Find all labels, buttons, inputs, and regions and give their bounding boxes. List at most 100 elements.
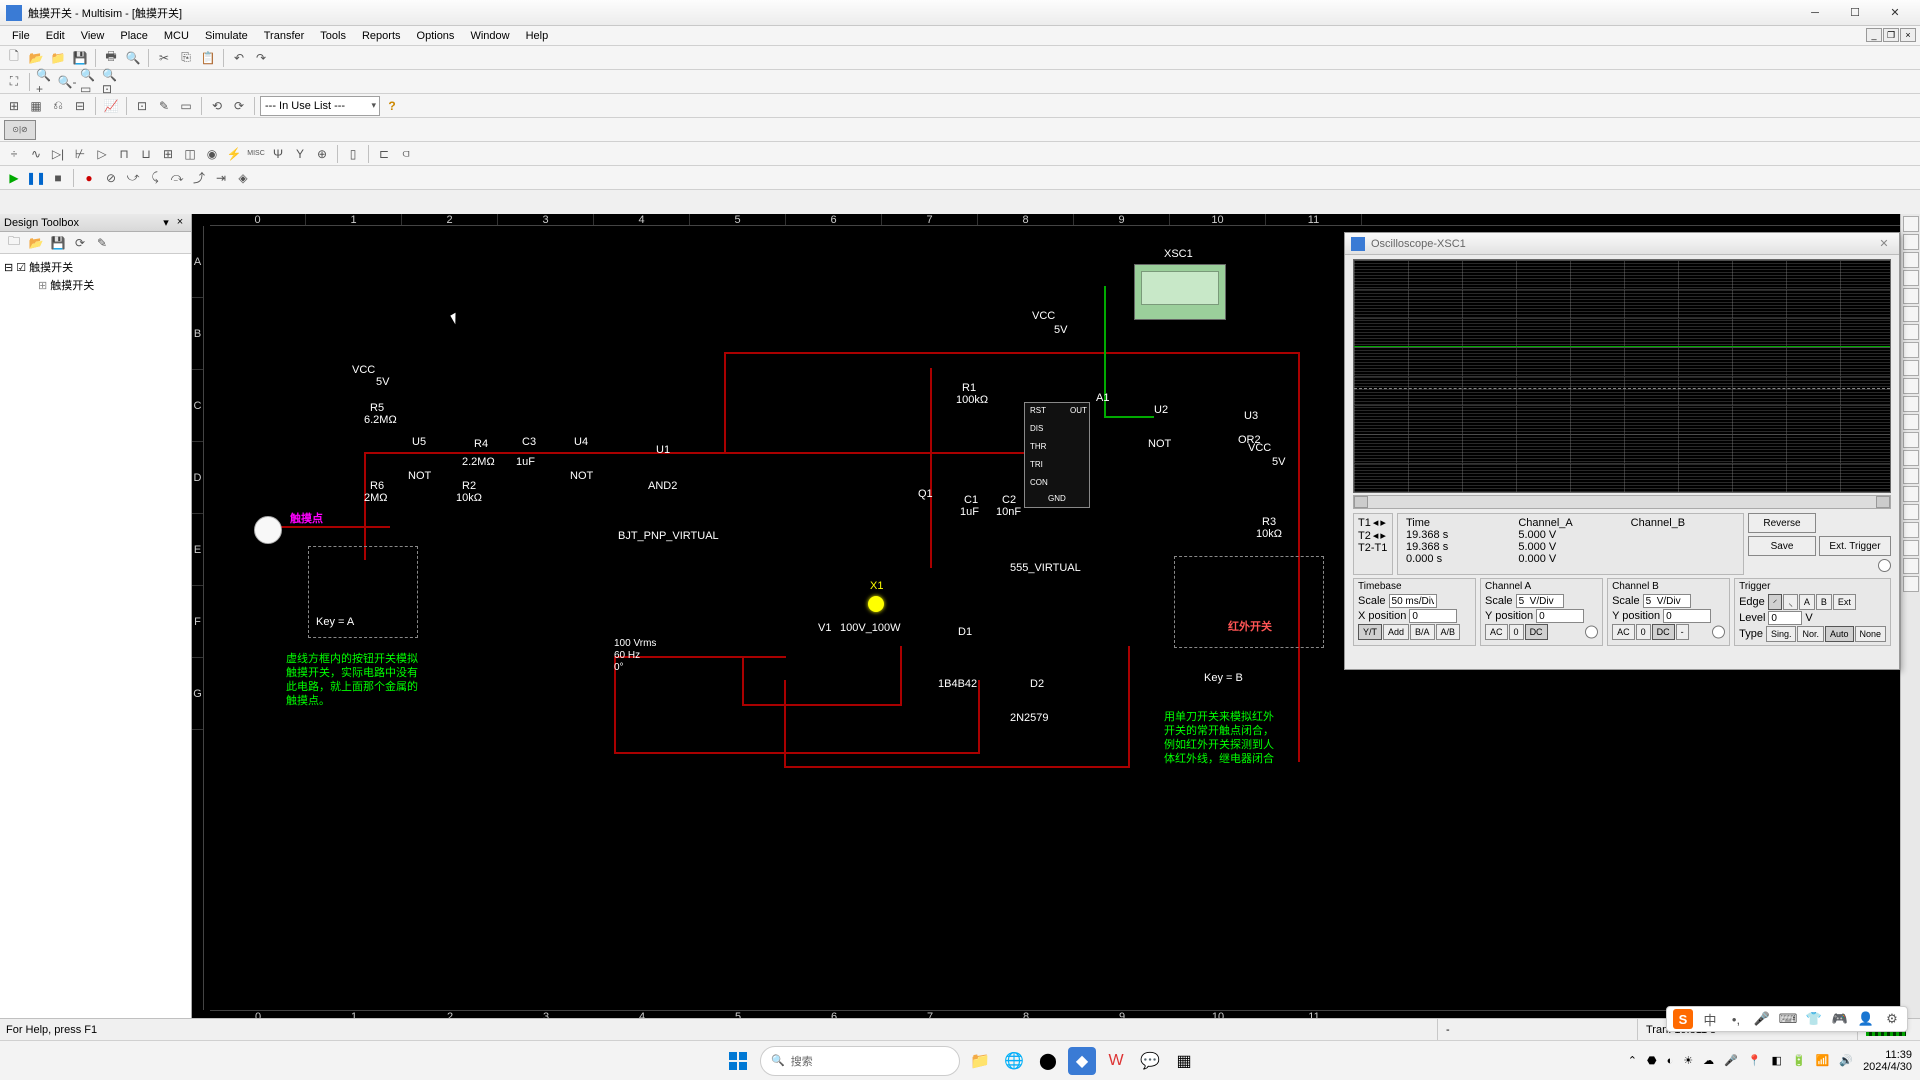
chrome-icon[interactable]: 🌐	[1000, 1047, 1028, 1075]
close-button[interactable]: ✕	[1876, 3, 1914, 23]
oscilloscope-component[interactable]	[1134, 264, 1226, 320]
run-icon[interactable]: ▶	[4, 168, 24, 188]
component-x1[interactable]: X1	[870, 580, 883, 592]
analog-icon[interactable]: ▷	[92, 144, 112, 164]
wire[interactable]	[724, 352, 726, 452]
menu-edit[interactable]: Edit	[38, 28, 73, 44]
component-r5[interactable]: R5	[370, 402, 384, 414]
wps-icon[interactable]: W	[1102, 1047, 1130, 1075]
ir-switch-box[interactable]	[1174, 556, 1324, 648]
labview-icon[interactable]	[1903, 540, 1919, 556]
print-preview-icon[interactable]: 🔍	[123, 48, 143, 68]
chb-0-button[interactable]: 0	[1636, 624, 1651, 640]
toggle-toolbox-icon[interactable]: ⊞	[4, 96, 24, 116]
step-icon[interactable]: ⤻	[123, 168, 143, 188]
component-r4[interactable]: R4	[474, 438, 488, 450]
menu-place[interactable]: Place	[112, 28, 156, 44]
rf-icon[interactable]: Y	[290, 144, 310, 164]
component-c3[interactable]: C3	[522, 436, 536, 448]
postproc-icon[interactable]: ⊡	[132, 96, 152, 116]
wattmeter-icon[interactable]	[1903, 252, 1919, 268]
fullscreen-icon[interactable]: ⛶	[4, 72, 24, 92]
zoom-fit-icon[interactable]: 🔍⊡	[101, 72, 121, 92]
4ch-scope-icon[interactable]	[1903, 288, 1919, 304]
netlist-icon[interactable]: ⎌	[48, 96, 68, 116]
agilent-scope-icon[interactable]	[1903, 504, 1919, 520]
component-d1[interactable]: D1	[958, 626, 972, 638]
type-none-button[interactable]: None	[1855, 626, 1887, 642]
type-nor-button[interactable]: Nor.	[1797, 626, 1824, 642]
menu-simulate[interactable]: Simulate	[197, 28, 256, 44]
wire[interactable]	[930, 368, 932, 568]
multisim-taskbar-icon[interactable]: ◆	[1068, 1047, 1096, 1075]
menu-mcu[interactable]: MCU	[156, 28, 197, 44]
basic-icon[interactable]: ∿	[26, 144, 46, 164]
toggle-bp-icon[interactable]: ◈	[233, 168, 253, 188]
agilent-mm-icon[interactable]	[1903, 486, 1919, 502]
step-out-icon[interactable]: ⤴	[189, 168, 209, 188]
rename-icon[interactable]: ✎	[92, 233, 112, 253]
tek-scope-icon[interactable]	[1903, 522, 1919, 538]
windows-taskbar[interactable]: 🔍搜索 📁 🌐 ⬤ ◆ W 💬 ▦ ⌃ ⬣ ◐ ☀ ☁ 🎤 📍 ◧ 🔋 📶 🔊 …	[0, 1040, 1920, 1080]
scope-close-icon[interactable]: ✕	[1875, 237, 1893, 250]
source-icon[interactable]: ÷	[4, 144, 24, 164]
tray-app-icon[interactable]: ◧	[1772, 1054, 1782, 1067]
ni-icon[interactable]: ▯	[343, 144, 363, 164]
menu-window[interactable]: Window	[462, 28, 517, 44]
trig-a-button[interactable]: A	[1799, 594, 1815, 610]
cha-dc-button[interactable]: DC	[1525, 624, 1548, 640]
pause-icon[interactable]: ❚❚	[26, 168, 46, 188]
spreadsheet-icon[interactable]: ▦	[26, 96, 46, 116]
mdi-close-button[interactable]: ×	[1900, 28, 1916, 42]
logic-analyzer-icon[interactable]	[1903, 360, 1919, 376]
menu-help[interactable]: Help	[518, 28, 557, 44]
chb-minus-button[interactable]: -	[1676, 624, 1689, 640]
menu-options[interactable]: Options	[409, 28, 463, 44]
vcc-label[interactable]: VCC	[1032, 310, 1055, 322]
wire[interactable]	[724, 352, 1300, 354]
toolbox-close-icon[interactable]: ×	[173, 216, 187, 230]
ime-settings-icon[interactable]: ⚙	[1883, 1010, 1901, 1028]
paste-icon[interactable]: 📋	[198, 48, 218, 68]
component-r2[interactable]: R2	[462, 480, 476, 492]
comp-wizard-icon[interactable]: ✎	[154, 96, 174, 116]
cut-icon[interactable]: ✂	[154, 48, 174, 68]
app-icon-1[interactable]: ⬤	[1034, 1047, 1062, 1075]
scroll-right-icon[interactable]	[1876, 496, 1890, 508]
switch-icon[interactable]: ⊙|⊘	[4, 120, 36, 140]
maximize-button[interactable]: ☐	[1836, 3, 1874, 23]
design-tree[interactable]: ⊟☑触摸开关 ⊞触摸开关	[0, 254, 191, 1024]
tray-shield-icon[interactable]: ⬣	[1647, 1054, 1657, 1067]
oscilloscope-window[interactable]: Oscilloscope-XSC1 ✕ T1◂▸ T2◂▸ T2-T1	[1344, 232, 1900, 670]
scope-scrollbar[interactable]	[1353, 495, 1891, 509]
ime-punct-icon[interactable]: •,	[1727, 1010, 1745, 1028]
step-over-icon[interactable]: ⤼	[167, 168, 187, 188]
component-u1[interactable]: U1	[656, 444, 670, 456]
chb-ypos-input[interactable]	[1663, 609, 1711, 623]
component-d2[interactable]: D2	[1030, 678, 1044, 690]
ext-trigger-button[interactable]: Ext. Trigger	[1819, 536, 1891, 556]
misc-digital-icon[interactable]: ⊞	[158, 144, 178, 164]
tree-child[interactable]: 触摸开关	[50, 277, 94, 293]
component-c2[interactable]: C2	[1002, 494, 1016, 506]
iv-analyzer-icon[interactable]	[1903, 396, 1919, 412]
ime-tool-icon[interactable]: 🎮	[1831, 1010, 1849, 1028]
cha-radio[interactable]	[1585, 624, 1598, 640]
menu-reports[interactable]: Reports	[354, 28, 409, 44]
scroll-left-icon[interactable]	[1354, 496, 1368, 508]
level-input[interactable]	[1768, 611, 1802, 625]
bode-icon[interactable]	[1903, 306, 1919, 322]
tray-sync-icon[interactable]: ◐	[1667, 1055, 1674, 1067]
tray-cloud-icon[interactable]: ☁	[1703, 1054, 1714, 1067]
t2-dn-icon[interactable]: ▸	[1380, 529, 1386, 542]
help-icon[interactable]: ?	[382, 96, 402, 116]
add-button[interactable]: Add	[1383, 624, 1409, 640]
cha-ac-button[interactable]: AC	[1485, 624, 1508, 640]
wire[interactable]	[742, 704, 902, 706]
cmos-icon[interactable]: ⊔	[136, 144, 156, 164]
spectrum-icon[interactable]	[1903, 432, 1919, 448]
t2-up-icon[interactable]: ◂	[1373, 529, 1379, 542]
distortion-icon[interactable]	[1903, 414, 1919, 430]
component-u4[interactable]: U4	[574, 436, 588, 448]
multimeter-icon[interactable]	[1903, 216, 1919, 232]
